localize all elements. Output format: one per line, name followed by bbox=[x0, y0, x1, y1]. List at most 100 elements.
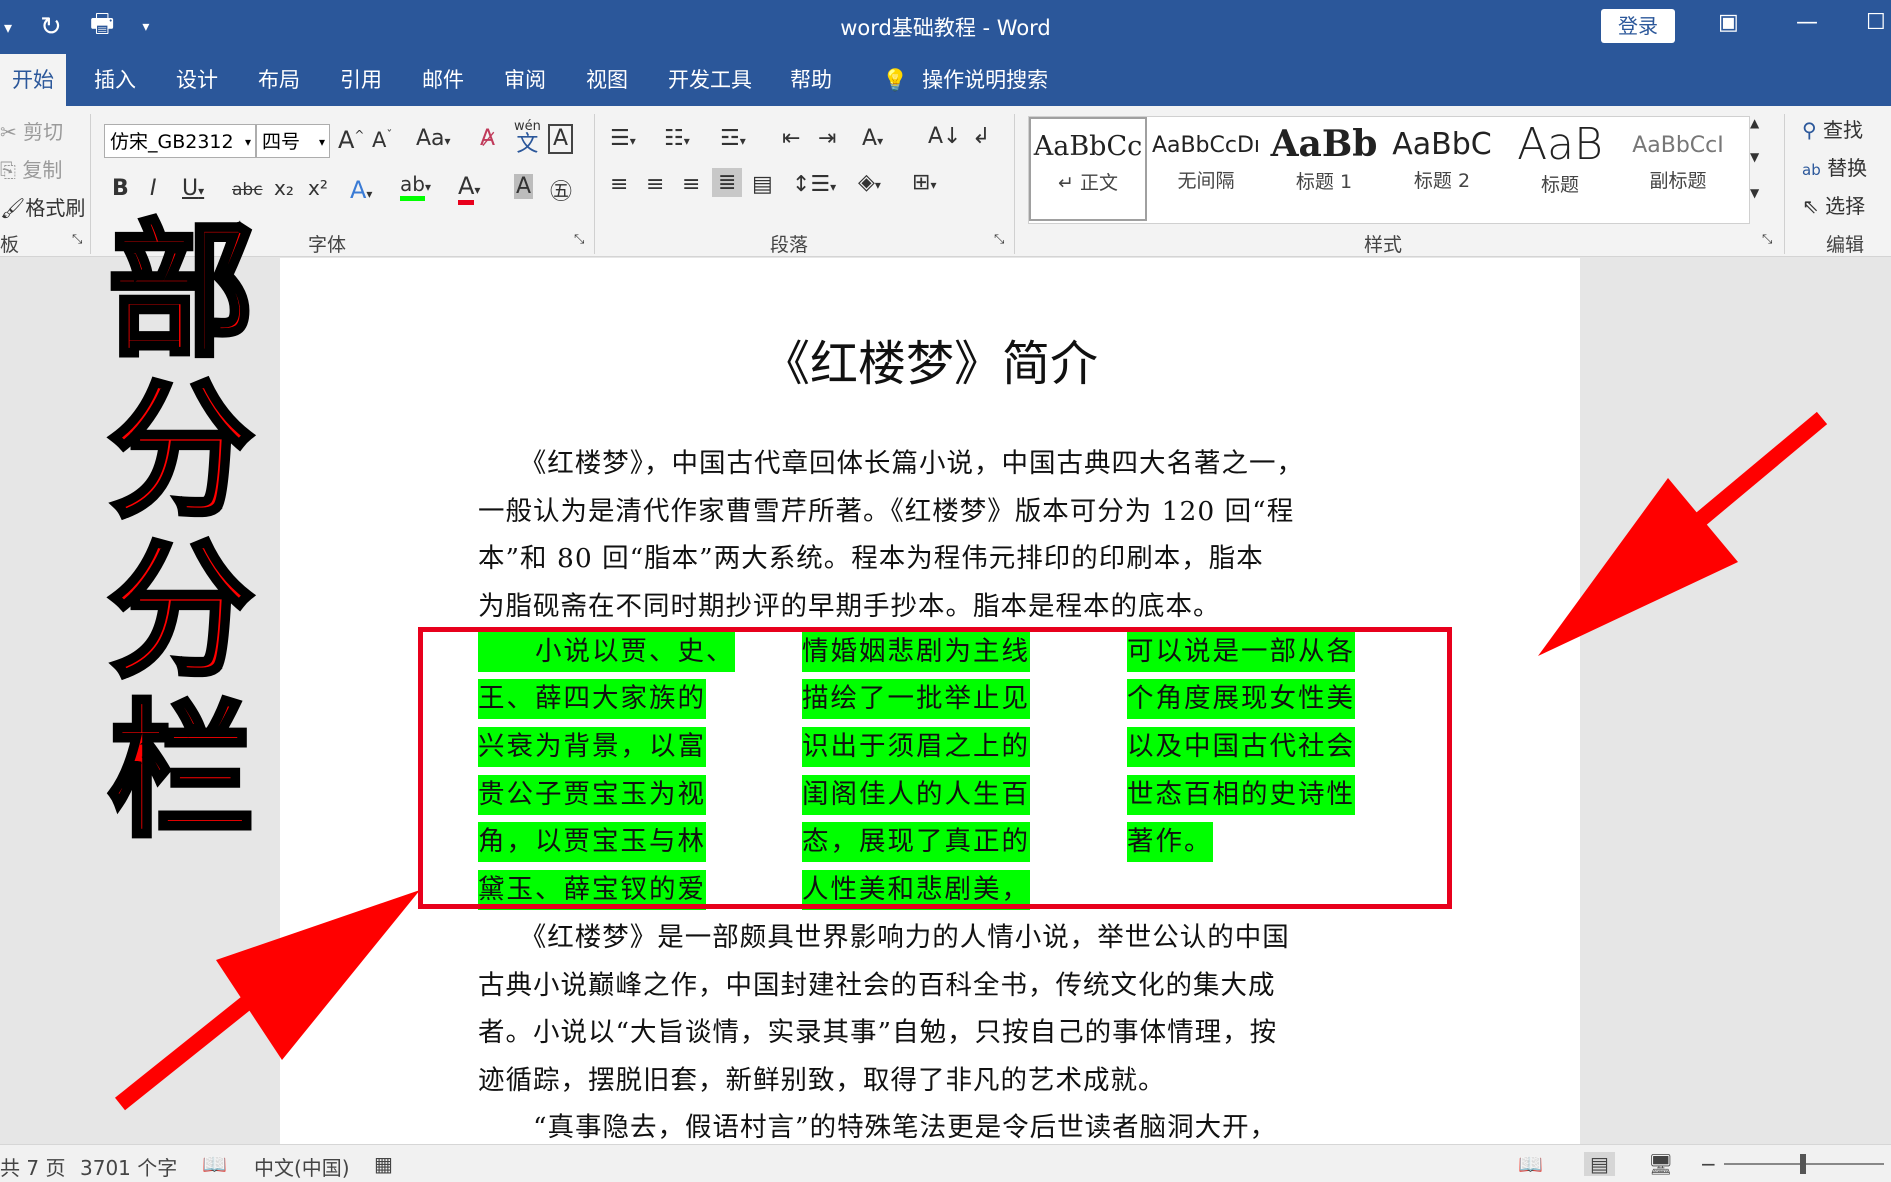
tab-insert[interactable]: 插入 bbox=[82, 54, 148, 106]
tell-me-label: 操作说明搜索 bbox=[922, 68, 1049, 92]
tab-references[interactable]: 引用 bbox=[328, 54, 394, 106]
paintbrush-icon: 🖌 bbox=[0, 196, 26, 220]
phonetic-guide-button[interactable]: wén 文 bbox=[514, 118, 541, 156]
decrease-indent-icon[interactable]: ⇤ bbox=[782, 126, 800, 151]
maximize-icon[interactable]: ☐ bbox=[1866, 10, 1886, 35]
show-marks-icon[interactable]: ↲ bbox=[972, 124, 990, 149]
grow-font-icon[interactable]: A^ bbox=[338, 126, 364, 154]
enclose-characters-icon[interactable]: ㊄ bbox=[550, 174, 572, 206]
styles-launcher-icon[interactable]: ⤡ bbox=[1762, 232, 1772, 247]
chevron-down-icon: ▾ bbox=[318, 135, 325, 149]
style-heading2[interactable]: AaBbC 标题 2 bbox=[1383, 117, 1501, 221]
character-border-button[interactable]: A bbox=[548, 124, 574, 154]
numbering-icon[interactable]: ☷▾ bbox=[664, 126, 690, 151]
bold-label: B bbox=[112, 176, 129, 201]
text-line: 迹循踪，摆脱旧套，新鲜别致，取得了非凡的艺术成就。 bbox=[478, 1064, 1166, 1096]
bold-button[interactable]: B bbox=[112, 176, 129, 201]
paragraph-1: 《红楼梦》，中国古代章回体长篇小说，中国古典四大名著之一， 一般认为是清代作家曹… bbox=[478, 440, 1378, 630]
text-line: 《红楼梦》，中国古代章回体长篇小说，中国古典四大名著之一， bbox=[478, 448, 1304, 479]
replace-label: 替换 bbox=[1827, 156, 1868, 180]
title-bar: ▾ ↻ 🖶 ▾ word基础教程 - Word 登录 ▣ — ☐ bbox=[0, 0, 1891, 54]
zoom-out-icon[interactable]: − bbox=[1700, 1152, 1717, 1176]
read-mode-icon[interactable]: 📖 bbox=[1518, 1152, 1543, 1176]
strikethrough-button[interactable]: abc bbox=[232, 180, 263, 200]
print-layout-icon[interactable]: ▤ bbox=[1584, 1152, 1615, 1176]
style-title[interactable]: AaB 标题 bbox=[1501, 117, 1619, 221]
ribbon: ✂ 剪切 ⎘ 复制 🖌格式刷 板 ⤡ 仿宋_GB2312 ▾ 四号 ▾ A^ Aˇ … bbox=[0, 106, 1891, 257]
align-left-icon[interactable]: ≡ bbox=[610, 172, 628, 197]
format-painter-label: 格式刷 bbox=[25, 196, 86, 220]
text-effects-icon[interactable]: A▾ bbox=[350, 176, 372, 204]
character-shading-icon[interactable]: A bbox=[514, 174, 534, 199]
text-direction-icon[interactable]: A▾ bbox=[862, 126, 883, 151]
multilevel-list-icon[interactable]: ☲▾ bbox=[720, 126, 746, 151]
tab-mailings[interactable]: 邮件 bbox=[410, 54, 476, 106]
tab-help[interactable]: 帮助 bbox=[778, 54, 844, 106]
tab-layout[interactable]: 布局 bbox=[246, 54, 312, 106]
paragraph-launcher-icon[interactable]: ⤡ bbox=[994, 232, 1004, 247]
shrink-font-icon[interactable]: Aˇ bbox=[372, 128, 392, 152]
highlight-color-icon[interactable]: ab▾ bbox=[400, 172, 431, 201]
font-size-combo[interactable]: 四号 ▾ bbox=[256, 124, 330, 158]
align-center-icon[interactable]: ≡ bbox=[646, 172, 664, 197]
tab-design[interactable]: 设计 bbox=[164, 54, 230, 106]
shading-icon[interactable]: ◈▾ bbox=[858, 170, 881, 195]
distributed-icon[interactable]: ▤ bbox=[752, 172, 773, 197]
zoom-slider-thumb[interactable] bbox=[1800, 1154, 1806, 1174]
login-button[interactable]: 登录 bbox=[1601, 9, 1675, 43]
justify-icon[interactable]: ≣ bbox=[712, 168, 743, 197]
align-right-icon[interactable]: ≡ bbox=[682, 172, 700, 197]
word-count[interactable]: 3701 个字 bbox=[80, 1152, 177, 1181]
document-heading: 《红楼梦》简介 bbox=[761, 336, 1098, 392]
italic-button[interactable]: I bbox=[150, 176, 157, 201]
select-button[interactable]: ⇖ 选择 bbox=[1802, 190, 1865, 219]
style-subtitle[interactable]: AaBbCcI 副标题 bbox=[1619, 117, 1737, 221]
paragraph-group-label: 段落 bbox=[770, 234, 809, 256]
columns-highlight-box bbox=[418, 627, 1452, 909]
minimize-icon[interactable]: — bbox=[1796, 10, 1818, 35]
tab-view[interactable]: 视图 bbox=[574, 54, 640, 106]
cut-button[interactable]: ✂ 剪切 bbox=[0, 116, 63, 145]
style-normal[interactable]: AaBbCc ↵ 正文 bbox=[1029, 117, 1147, 221]
macro-record-icon[interactable]: ▦ bbox=[374, 1152, 393, 1176]
page-count[interactable]: 共 7 页 bbox=[0, 1152, 65, 1181]
sort-icon[interactable]: A↓ bbox=[928, 124, 961, 149]
text-line: 者。小说以“大旨谈情，实录其事”自勉，只按自己的事体情理，按 bbox=[478, 1017, 1278, 1049]
language-indicator[interactable]: 中文(中国) bbox=[254, 1152, 350, 1181]
underline-button[interactable]: U▾ bbox=[182, 176, 204, 201]
font-launcher-icon[interactable]: ⤡ bbox=[574, 232, 584, 247]
gallery-more-icon[interactable]: ▼ bbox=[1750, 186, 1759, 200]
ribbon-display-icon[interactable]: ▣ bbox=[1718, 10, 1739, 35]
increase-indent-icon[interactable]: ⇥ bbox=[818, 126, 836, 151]
style-name: 无间隔 bbox=[1177, 170, 1235, 192]
web-layout-icon[interactable]: 🖥 bbox=[1648, 1152, 1673, 1176]
text-line: 一般认为是清代作家曹雪芹所著。《红楼梦》版本可分为 120 回“程 bbox=[478, 495, 1295, 527]
clipboard-launcher-icon[interactable]: ⤡ bbox=[72, 232, 82, 247]
borders-icon[interactable]: ⊞▾ bbox=[912, 170, 936, 195]
line-spacing-icon[interactable]: ↕☰▾ bbox=[792, 172, 836, 197]
gallery-scroll-down-icon[interactable]: ▼ bbox=[1750, 150, 1759, 164]
clear-formatting-icon[interactable]: A̷ bbox=[480, 126, 495, 151]
gallery-scroll-up-icon[interactable]: ▲ bbox=[1750, 116, 1759, 130]
style-no-spacing[interactable]: AaBbCcDı 无间隔 bbox=[1147, 117, 1265, 221]
change-case-button[interactable]: Aa▾ bbox=[416, 126, 451, 151]
tell-me-search[interactable]: 💡 操作说明搜索 bbox=[870, 54, 1060, 106]
superscript-button[interactable]: x² bbox=[308, 176, 328, 200]
style-sample: AaBbC bbox=[1392, 127, 1492, 162]
tab-review[interactable]: 审阅 bbox=[492, 54, 558, 106]
subscript-button[interactable]: x₂ bbox=[274, 176, 294, 200]
bullets-icon[interactable]: ☰▾ bbox=[610, 126, 636, 151]
tab-home[interactable]: 开始 bbox=[0, 54, 66, 106]
cut-label: 剪切 bbox=[23, 120, 64, 144]
find-label: 查找 bbox=[1823, 118, 1864, 142]
find-button[interactable]: ⚲ 查找 bbox=[1802, 114, 1863, 143]
font-name-combo[interactable]: 仿宋_GB2312 ▾ bbox=[104, 124, 256, 158]
format-painter-button[interactable]: 🖌格式刷 bbox=[0, 192, 85, 221]
tab-developer[interactable]: 开发工具 bbox=[656, 54, 764, 106]
copy-button[interactable]: ⎘ 复制 bbox=[0, 154, 62, 183]
font-color-icon[interactable]: A▾ bbox=[458, 172, 480, 205]
style-heading1[interactable]: AaBb 标题 1 bbox=[1265, 117, 1383, 221]
editing-group-label: 编辑 bbox=[1826, 234, 1865, 256]
replace-button[interactable]: ab 替换 bbox=[1802, 152, 1867, 181]
proofing-icon[interactable]: 📖 bbox=[202, 1152, 227, 1176]
